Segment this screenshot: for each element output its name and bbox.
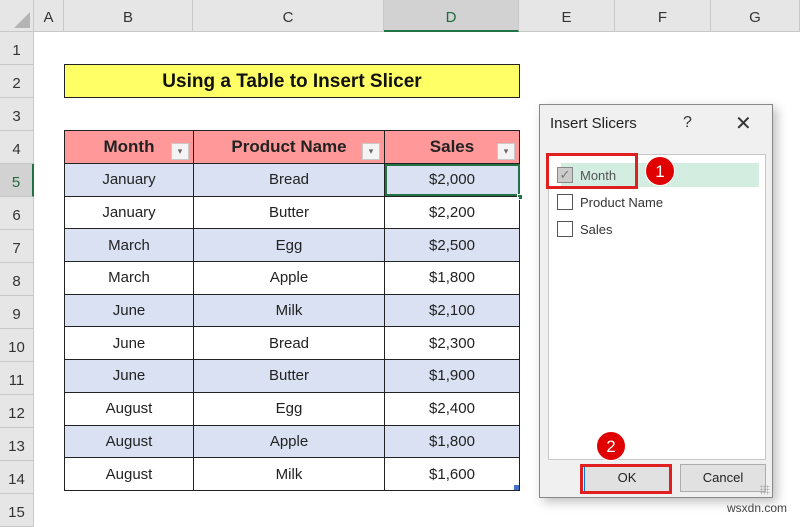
column-header-d[interactable]: D — [384, 0, 519, 32]
cell-value: $1,600 — [429, 465, 475, 483]
row-header-8[interactable]: 8 — [0, 263, 34, 296]
watermark: wsxdn.com — [727, 501, 788, 515]
table-resize-handle[interactable] — [514, 484, 519, 490]
cancel-button[interactable]: Cancel — [680, 464, 766, 492]
cell-sales[interactable]: $1,900 — [384, 359, 520, 393]
table-row: January Butter $2,200 — [64, 195, 520, 230]
sales-table: Month ▾ Product Name ▾ Sales ▾ January Brea… — [64, 130, 523, 491]
select-all-icon — [14, 12, 30, 28]
cell-product[interactable]: Egg — [193, 228, 385, 263]
header-month[interactable]: Month ▾ — [64, 130, 194, 164]
cell-product[interactable]: Apple — [193, 424, 385, 459]
table-row: August Egg $2,400 — [64, 391, 520, 426]
resize-grip-icon[interactable] — [760, 485, 770, 495]
cell-sales[interactable]: $2,100 — [384, 293, 520, 328]
cell-month[interactable]: January — [64, 195, 194, 230]
cell-value: $2,000 — [429, 171, 475, 189]
header-label: Sales — [429, 137, 475, 156]
cell-sales[interactable]: $1,800 — [384, 424, 520, 459]
cell-product[interactable]: Bread — [193, 163, 385, 197]
filter-dropdown-icon[interactable]: ▾ — [171, 143, 189, 160]
row-header-13[interactable]: 13 — [0, 428, 34, 461]
column-header-g[interactable]: G — [711, 0, 800, 32]
cell-month[interactable]: March — [64, 228, 194, 263]
row-header-5[interactable]: 5 — [0, 164, 34, 197]
column-header-b[interactable]: B — [64, 0, 193, 32]
row-header-6[interactable]: 6 — [0, 197, 34, 230]
cell-product[interactable]: Bread — [193, 326, 385, 361]
cell-sales[interactable]: $1,800 — [384, 261, 520, 295]
row-header-15[interactable]: 15 — [0, 494, 34, 527]
select-all-button[interactable] — [0, 0, 34, 32]
cell-month[interactable]: August — [64, 424, 194, 459]
cell-month[interactable]: June — [64, 359, 194, 393]
table-row: March Apple $1,800 — [64, 261, 520, 295]
annotation-box-ok — [580, 464, 672, 494]
dialog-title: Insert Slicers — [550, 115, 637, 132]
row-header-7[interactable]: 7 — [0, 230, 34, 263]
step-badge-2: 2 — [596, 431, 626, 461]
cell-month[interactable]: June — [64, 293, 194, 328]
cell-product[interactable]: Butter — [193, 359, 385, 393]
cell-product[interactable]: Egg — [193, 391, 385, 426]
column-header-c[interactable]: C — [193, 0, 384, 32]
cell-month[interactable]: March — [64, 261, 194, 295]
field-label: Sales — [580, 221, 613, 237]
row-header-2[interactable]: 2 — [0, 65, 34, 98]
table-row: March Egg $2,500 — [64, 228, 520, 263]
column-header-f[interactable]: F — [615, 0, 711, 32]
header-product-name[interactable]: Product Name ▾ — [193, 130, 385, 164]
sheet-title: Using a Table to Insert Slicer — [64, 64, 520, 98]
field-item-product-name[interactable]: Product Name — [557, 191, 663, 213]
row-header-14[interactable]: 14 — [0, 461, 34, 494]
column-header-a[interactable]: A — [34, 0, 64, 32]
cell-sales[interactable]: $1,600 — [384, 457, 520, 491]
filter-dropdown-icon[interactable]: ▾ — [497, 143, 515, 160]
cell-product[interactable]: Milk — [193, 457, 385, 491]
header-sales[interactable]: Sales ▾ — [384, 130, 520, 164]
cell-sales[interactable]: $2,400 — [384, 391, 520, 426]
cell-sales-selected[interactable]: $2,000 — [384, 163, 523, 200]
column-header-e[interactable]: E — [519, 0, 615, 32]
filter-dropdown-icon[interactable]: ▾ — [362, 143, 380, 160]
cell-month[interactable]: January — [64, 163, 194, 197]
header-label: Month — [103, 137, 155, 156]
help-icon[interactable]: ? — [683, 114, 692, 132]
row-header-1[interactable]: 1 — [0, 32, 34, 65]
header-label: Product Name — [231, 137, 347, 156]
cell-month[interactable]: June — [64, 326, 194, 361]
table-row: June Butter $1,900 — [64, 359, 520, 393]
checkbox-icon[interactable] — [557, 221, 573, 237]
table-row: June Bread $2,300 — [64, 326, 520, 361]
table-header-row: Month ▾ Product Name ▾ Sales ▾ — [64, 130, 520, 164]
cell-product[interactable]: Butter — [193, 195, 385, 230]
step-badge-1: 1 — [645, 156, 675, 186]
cell-product[interactable]: Apple — [193, 261, 385, 295]
table-row: August Milk $1,600 — [64, 457, 520, 491]
checkbox-icon[interactable] — [557, 194, 573, 210]
field-label: Product Name — [580, 194, 664, 210]
close-icon[interactable]: ✕ — [735, 111, 752, 136]
table-row: August Apple $1,800 — [64, 424, 520, 459]
cell-month[interactable]: August — [64, 391, 194, 426]
cell-sales[interactable]: $2,200 — [384, 195, 520, 230]
annotation-box-month — [546, 153, 638, 189]
table-row: January Bread $2,000 — [64, 163, 523, 200]
table-row: June Milk $2,100 — [64, 293, 520, 328]
field-item-sales[interactable]: Sales — [557, 218, 613, 240]
cell-sales[interactable]: $2,500 — [384, 228, 520, 263]
row-header-12[interactable]: 12 — [0, 395, 34, 428]
row-header-4[interactable]: 4 — [0, 131, 34, 164]
field-list: ✓ Month Product Name Sales — [548, 154, 766, 460]
row-header-9[interactable]: 9 — [0, 296, 34, 329]
cell-month[interactable]: August — [64, 457, 194, 491]
cell-sales[interactable]: $2,300 — [384, 326, 520, 361]
row-header-10[interactable]: 10 — [0, 329, 34, 362]
row-header-3[interactable]: 3 — [0, 98, 34, 131]
cell-product[interactable]: Milk — [193, 293, 385, 328]
row-header-11[interactable]: 11 — [0, 362, 34, 395]
